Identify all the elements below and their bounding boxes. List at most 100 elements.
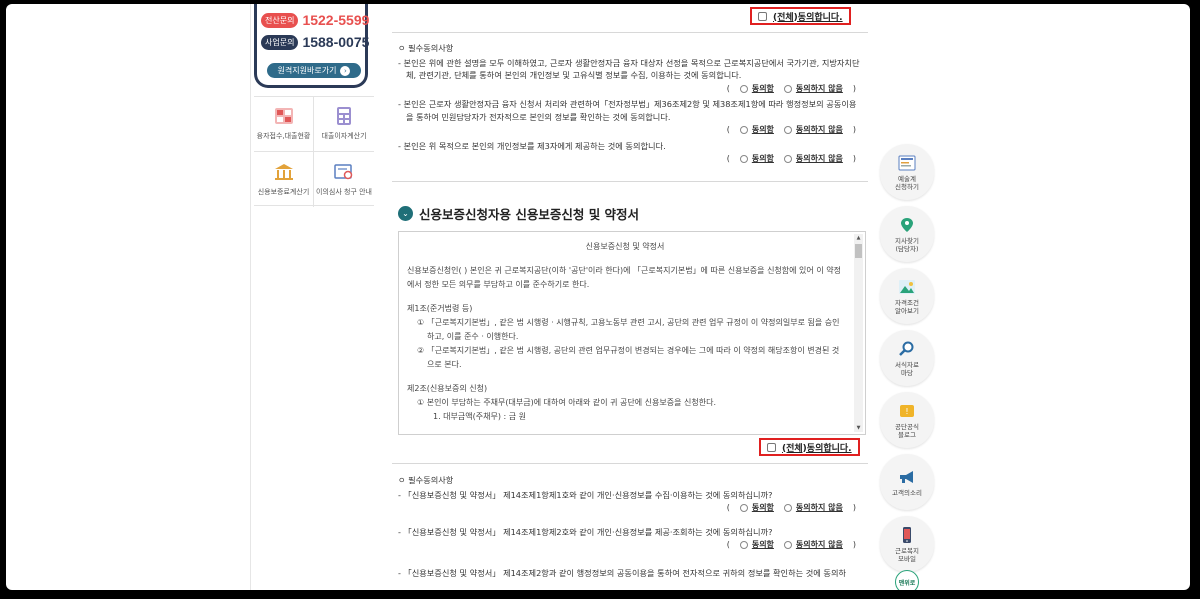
- radio-agree[interactable]: 동의함: [739, 153, 774, 166]
- rmenu-label: 예술계 신청하기: [895, 174, 919, 191]
- browser-page: 전산문의 1522-5599 사업문의 1588-0075 원격지원바로가기 ›: [6, 4, 1190, 590]
- business-phone: 1588-0075: [302, 34, 370, 50]
- checkbox[interactable]: [758, 11, 767, 21]
- rmenu-find-branch[interactable]: 지사찾기 (담당자): [880, 206, 934, 262]
- agree-all-checkbox-1[interactable]: (전체)동의합니다.: [750, 7, 851, 25]
- remote-support-label: 원격지원바로가기: [277, 66, 337, 75]
- paren: (: [726, 125, 730, 134]
- chevron-right-icon: ›: [340, 65, 351, 76]
- mobile-icon: [897, 526, 917, 544]
- radio-disagree-label: 동의하지 않음: [795, 503, 843, 512]
- rmenu-customer-voice[interactable]: 고객의소리: [880, 454, 934, 510]
- consent-radio-group: ( 동의함 동의하지 않음 ): [398, 153, 862, 166]
- terms-heading: 신용보증신청 및 약정서: [585, 242, 665, 251]
- megaphone-icon: [897, 468, 917, 486]
- consent-title: ㅇ 필수동의사항: [398, 43, 454, 53]
- radio-circle[interactable]: [739, 126, 748, 135]
- terms-textarea[interactable]: 신용보증신청 및 약정서 신용보증신청인( ) 본인은 귀 근로복지공단(이하 …: [398, 231, 866, 435]
- consent-block-1: ㅇ 필수동의사항 - 본인은 위에 관한 설명을 모두 이해하였고, 근로자 생…: [398, 42, 862, 169]
- terms-clause: ① 「근로복지기본법」, 같은 법 시행령 · 시행규칙, 고용노동부 관련 고…: [417, 318, 840, 341]
- radio-circle[interactable]: [739, 541, 748, 550]
- radio-circle[interactable]: [783, 84, 792, 93]
- rmenu-apply[interactable]: 예술계 신청하기: [880, 144, 934, 200]
- rmenu-forms[interactable]: 서식자료 마당: [880, 330, 934, 386]
- terms-article-1: 제1조(준거법령 등): [407, 304, 473, 313]
- scroll-top-button[interactable]: 맨위로: [895, 570, 919, 590]
- radio-circle[interactable]: [783, 504, 792, 513]
- radio-disagree[interactable]: 동의하지 않음: [783, 539, 843, 552]
- scroll-down-icon[interactable]: ▼: [854, 424, 863, 432]
- consult-tag: 전산문의: [261, 12, 299, 28]
- scroll-thumb[interactable]: [855, 244, 862, 258]
- quick-item-loan-status[interactable]: 융자접수,대출현황: [254, 97, 314, 152]
- radio-disagree[interactable]: 동의하지 않음: [783, 502, 843, 515]
- rmenu-label: 고객의소리: [892, 488, 922, 497]
- scroll-up-icon[interactable]: ▲: [854, 234, 863, 242]
- terms-clause: ② 「근로복지기본법」, 같은 법 시행령, 공단의 관련 업무규정이 변경되는…: [417, 346, 840, 369]
- svg-text:!: !: [905, 407, 908, 416]
- terms-article-2: 제2조(신용보증의 신청): [407, 384, 488, 393]
- section-header[interactable]: ⌄ 신용보증신청자용 신용보증신청 및 약정서: [398, 204, 639, 223]
- quick-label: 신용보증료계산기: [257, 187, 310, 196]
- paren: ): [852, 154, 856, 163]
- terms-clause: ① 본인이 부담하는 주채무(대부금)에 대하여 아래와 같이 귀 공단에 신용…: [417, 398, 716, 407]
- agree-all-checkbox-2[interactable]: (전체)동의합니다.: [759, 438, 860, 456]
- remote-support-button[interactable]: 원격지원바로가기 ›: [267, 63, 361, 78]
- radio-circle[interactable]: [783, 541, 792, 550]
- quick-item-guarantee-calc[interactable]: 신용보증료계산기: [254, 152, 314, 207]
- rmenu-blog[interactable]: ! 공단공식 블로그: [880, 392, 934, 448]
- agree-all-label: (전체)동의합니다.: [773, 12, 843, 23]
- radio-circle[interactable]: [739, 504, 748, 513]
- left-sidebar: 전산문의 1522-5599 사업문의 1588-0075 원격지원바로가기 ›: [254, 4, 378, 590]
- blog-icon: !: [897, 402, 917, 420]
- radio-circle[interactable]: [739, 84, 748, 93]
- consent-radio-group: ( 동의함 동의하지 않음 ): [398, 124, 862, 137]
- checkbox[interactable]: [767, 442, 776, 452]
- rmenu-eligibility[interactable]: 자격조건 알아보기: [880, 268, 934, 324]
- consult-phone-row: 전산문의 1522-5599: [261, 12, 369, 28]
- radio-agree[interactable]: 동의함: [739, 83, 774, 96]
- consent-title: ㅇ 필수동의사항: [398, 475, 454, 485]
- contact-card: 전산문의 1522-5599 사업문의 1588-0075 원격지원바로가기 ›: [254, 4, 370, 88]
- radio-disagree-label: 동의하지 않음: [795, 125, 843, 134]
- paren: ): [852, 83, 856, 93]
- radio-circle[interactable]: [783, 126, 792, 135]
- radio-circle[interactable]: [783, 155, 792, 164]
- quick-item-objection-guide[interactable]: 이의심사 청구 안내: [314, 152, 374, 207]
- paren: (: [726, 503, 730, 512]
- radio-disagree[interactable]: 동의하지 않음: [783, 153, 843, 166]
- calculator-icon: [337, 107, 351, 125]
- magnifier-icon: [897, 340, 917, 358]
- landscape-icon: [897, 278, 917, 296]
- radio-circle[interactable]: [739, 155, 748, 164]
- paren: (: [726, 83, 730, 93]
- radio-disagree[interactable]: 동의하지 않음: [783, 83, 843, 96]
- radio-agree-label: 동의함: [751, 83, 774, 93]
- business-tag: 사업문의: [261, 34, 299, 50]
- rmenu-mobile[interactable]: 근로복지 모바일: [880, 516, 934, 572]
- radio-agree[interactable]: 동의함: [739, 539, 774, 552]
- paren: (: [726, 154, 730, 163]
- paren: ): [852, 125, 856, 134]
- radio-disagree-label: 동의하지 않음: [795, 540, 843, 549]
- chevron-down-icon[interactable]: ⌄: [398, 206, 413, 221]
- divider: [392, 181, 868, 182]
- scrollbar[interactable]: ▲ ▼: [854, 234, 863, 432]
- quick-item-interest-calc[interactable]: 대출이자계산기: [314, 97, 374, 152]
- radio-agree[interactable]: 동의함: [739, 124, 774, 137]
- section-title: 신용보증신청자용 신용보증신청 및 약정서: [419, 207, 640, 222]
- divider: [392, 32, 868, 33]
- rmenu-label: 근로복지 모바일: [895, 546, 919, 563]
- radio-agree[interactable]: 동의함: [739, 502, 774, 515]
- consent-radio-group: ( 동의함 동의하지 않음 ): [398, 502, 862, 515]
- consent-block-2: ㅇ 필수동의사항 - 「신용보증신청 및 약정서」 제14조제1항제1호와 같이…: [398, 474, 862, 579]
- consent-item: - 본인은 위 목적으로 본인의 개인정보를 제3자에게 제공하는 것에 동의합…: [398, 140, 666, 151]
- building-icon: [274, 163, 293, 180]
- radio-disagree[interactable]: 동의하지 않음: [783, 124, 843, 137]
- rmenu-label: 자격조건 알아보기: [895, 298, 919, 315]
- quick-label: 이의심사 청구 안내: [316, 187, 372, 196]
- consent-item: - 「신용보증신청 및 약정서」 제14조제2항과 같이 행정정보의 공동이용을…: [398, 567, 847, 578]
- terms-text: 신용보증신청 및 약정서 신용보증신청인( ) 본인은 귀 근로복지공단(이하 …: [399, 232, 865, 424]
- paren: ): [852, 540, 856, 549]
- radio-agree-label: 동의함: [751, 540, 774, 549]
